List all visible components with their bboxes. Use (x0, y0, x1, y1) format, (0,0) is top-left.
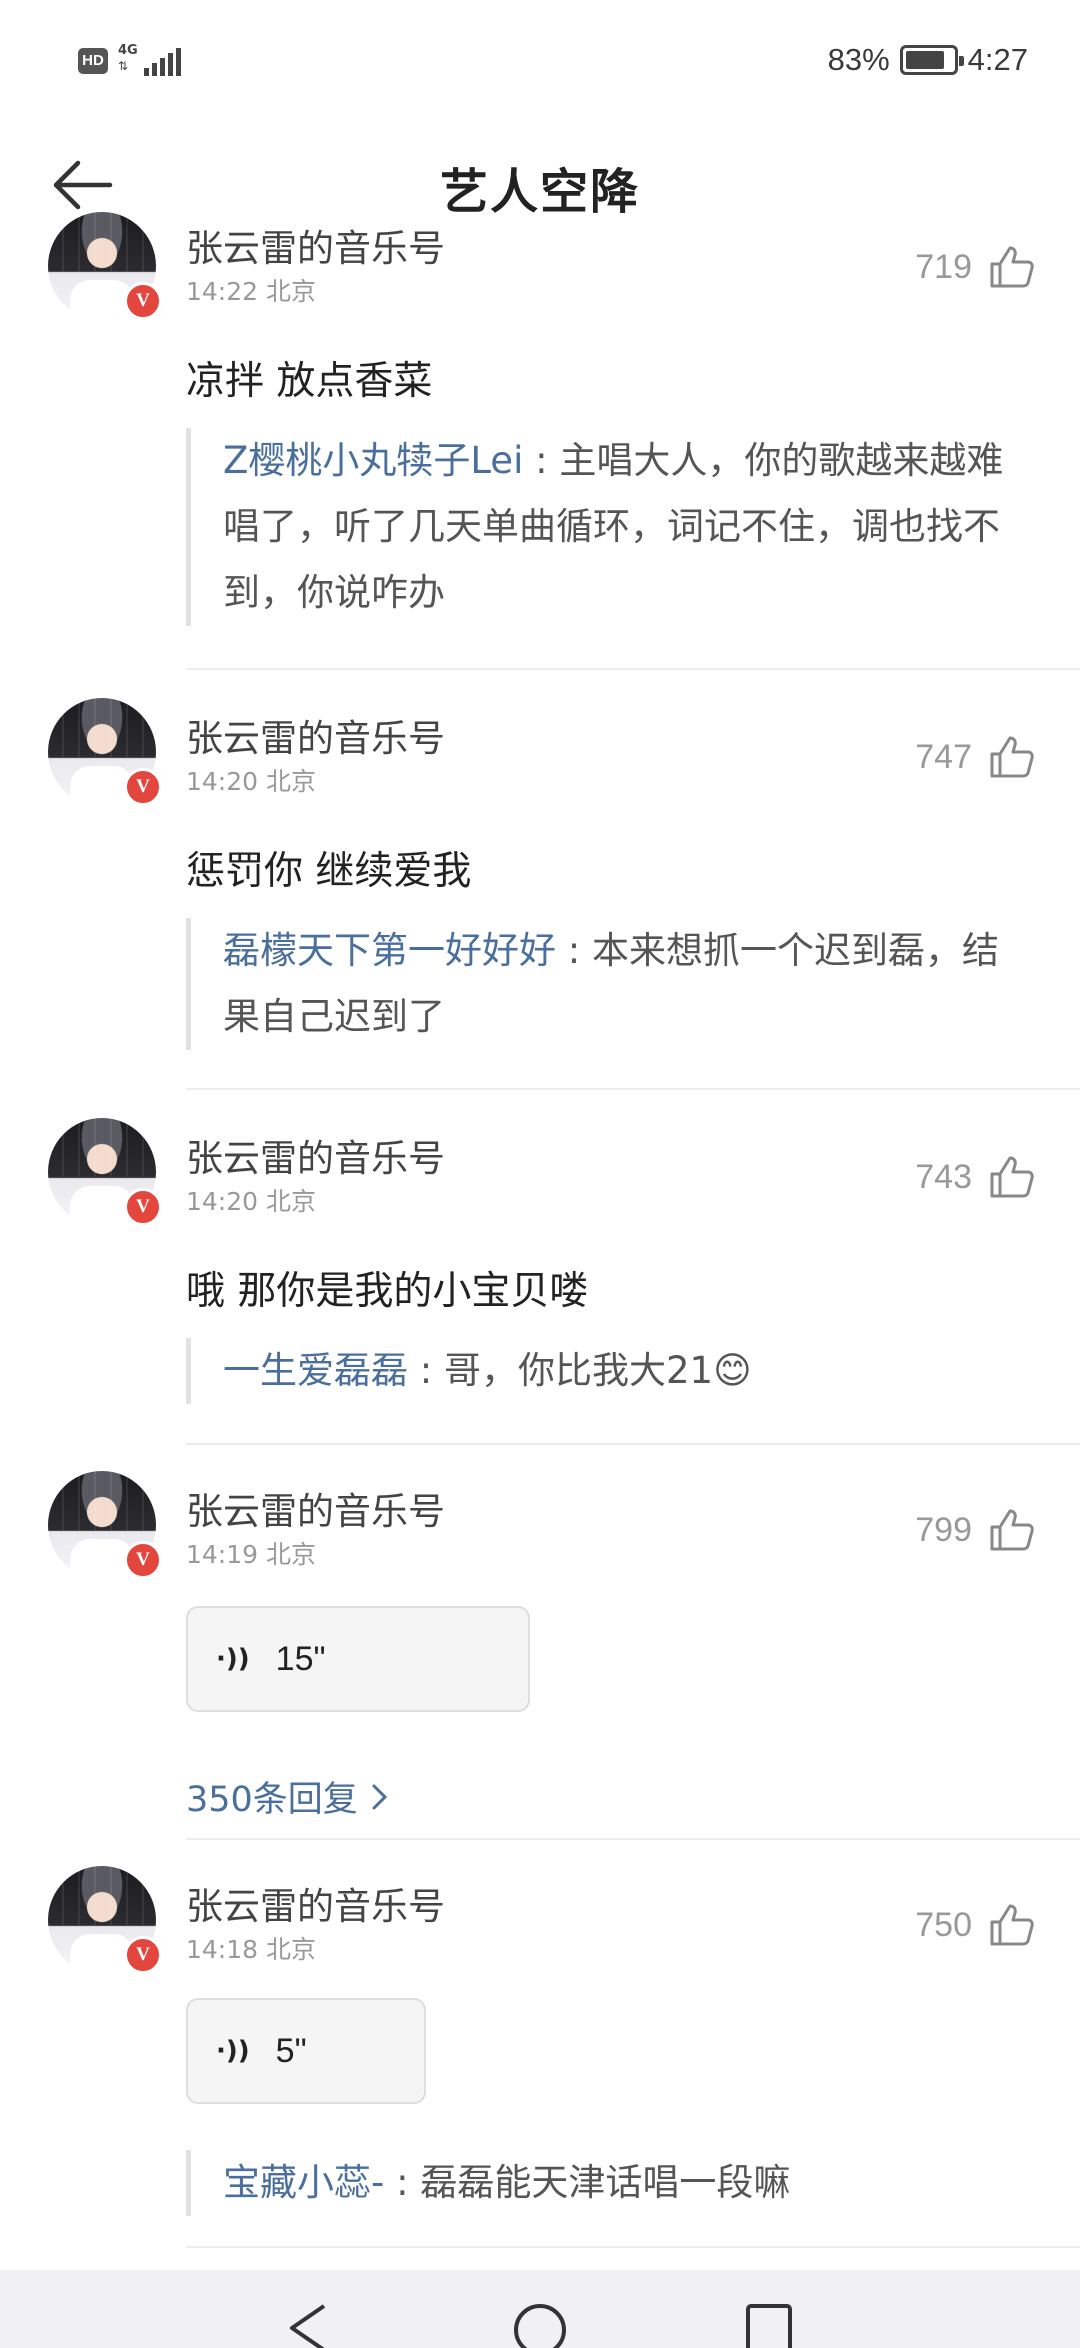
like-button[interactable]: 747 (915, 732, 1036, 782)
author-name[interactable]: 张云雷的音乐号 (186, 1128, 445, 1182)
quoted-author[interactable]: 一生爱磊磊 (223, 1349, 408, 1392)
status-left: HD 4G ⇅ (78, 43, 181, 78)
voice-wave-icon: ·)) (216, 2036, 250, 2066)
quoted-text: 磊磊能天津话唱一段嘛 (420, 2161, 791, 2204)
verified-badge-icon: V (124, 1541, 162, 1579)
comment-item[interactable]: V 张云雷的音乐号 14:20 北京 747 惩罚你 继续爱我 磊檬天下第一好好… (0, 668, 1080, 1090)
thumb-up-icon (990, 1156, 1034, 1198)
like-count: 799 (915, 1510, 972, 1549)
thumb-up-icon (990, 1904, 1034, 1946)
comment-item[interactable]: V 张云雷的音乐号 14:22 北京 719 凉拌 放点香菜 Z樱桃小丸犊子Le… (0, 148, 1080, 670)
comment-meta: 14:19 北京 (186, 1540, 316, 1569)
thumb-up-icon (990, 1509, 1034, 1551)
like-count: 743 (915, 1157, 972, 1196)
voice-bubble[interactable]: ·)) 15" (186, 1606, 530, 1712)
clock: 4:27 (967, 42, 1028, 77)
quoted-comment[interactable]: Z樱桃小丸犊子Lei : 主唱大人，你的歌越来越难唱了，听了几天单曲循环，词记不… (186, 428, 1030, 626)
signal-bars-icon (144, 48, 181, 76)
verified-badge-icon: V (124, 1936, 162, 1974)
screen: HD 4G ⇅ 83% 4:27 艺人空降 V 张云雷的音乐号 14:22 北京… (0, 0, 1080, 2348)
comment-text: 凉拌 放点香菜 (186, 359, 433, 404)
like-button[interactable]: 719 (915, 242, 1036, 292)
quoted-comment[interactable]: 磊檬天下第一好好好 : 本来想抓一个迟到磊，结果自己迟到了 (186, 918, 1030, 1050)
quoted-author[interactable]: Z樱桃小丸犊子Lei (223, 439, 523, 482)
comment-text: 惩罚你 继续爱我 (186, 849, 472, 894)
voice-duration: 5" (275, 2031, 307, 2070)
comment-item[interactable]: V 张云雷的音乐号 14:20 北京 743 哦 那你是我的小宝贝喽 一生爱磊磊… (0, 1088, 1080, 1445)
quote-separator: : (408, 1349, 444, 1392)
voice-bubble[interactable]: ·)) 5" (186, 1998, 426, 2104)
hd-icon: HD (78, 48, 108, 74)
data-arrows-icon: ⇅ (118, 59, 129, 73)
nav-recents-icon[interactable] (744, 2302, 794, 2348)
voice-wave-icon: ·)) (216, 1644, 250, 1674)
quoted-comment[interactable]: 一生爱磊磊 : 哥，你比我大21😊 (186, 1338, 1030, 1404)
like-count: 719 (915, 247, 972, 286)
author-name[interactable]: 张云雷的音乐号 (186, 218, 445, 272)
like-button[interactable]: 743 (915, 1152, 1036, 1202)
like-count: 750 (915, 1905, 972, 1944)
like-count: 747 (915, 737, 972, 776)
comment-meta: 14:20 北京 (186, 1187, 316, 1216)
battery-percent: 83% (827, 42, 890, 77)
comment-meta: 14:22 北京 (186, 277, 316, 306)
author-name[interactable]: 张云雷的音乐号 (186, 1876, 445, 1930)
quoted-author[interactable]: 宝藏小蕊- (223, 2161, 384, 2204)
comment-text: 哦 那你是我的小宝贝喽 (186, 1269, 589, 1314)
quote-separator: : (523, 439, 560, 482)
system-nav-bar (0, 2270, 1080, 2348)
author-name[interactable]: 张云雷的音乐号 (186, 708, 445, 762)
like-button[interactable]: 750 (915, 1900, 1036, 1950)
quoted-text: 哥，你比我大21😊 (444, 1349, 752, 1392)
view-replies-link[interactable]: 350条回复 (186, 1771, 390, 1822)
replies-count: 350条回复 (186, 1780, 358, 1820)
chevron-right-icon (372, 1784, 387, 1809)
quote-separator: : (556, 929, 592, 972)
thumb-up-icon (990, 246, 1034, 288)
verified-badge-icon: V (124, 768, 162, 806)
author-name[interactable]: 张云雷的音乐号 (186, 1481, 445, 1535)
like-button[interactable]: 799 (915, 1505, 1036, 1555)
divider (186, 2246, 1080, 2248)
verified-badge-icon: V (124, 1188, 162, 1226)
quoted-author[interactable]: 磊檬天下第一好好好 (223, 929, 556, 972)
comment-item[interactable]: V 张云雷的音乐号 14:18 北京 750 ·)) 5" 宝藏小蕊- : 磊磊… (0, 1838, 1080, 2248)
nav-home-icon[interactable] (512, 2302, 568, 2348)
quote-separator: : (384, 2161, 421, 2204)
status-bar: HD 4G ⇅ 83% 4:27 (0, 0, 1080, 130)
thumb-up-icon (990, 736, 1034, 778)
signal-icon: 4G ⇅ (118, 43, 181, 78)
comment-item[interactable]: V 张云雷的音乐号 14:19 北京 799 ·)) 15" 350条回复 (0, 1443, 1080, 1840)
comment-meta: 14:20 北京 (186, 767, 316, 796)
comment-meta: 14:18 北京 (186, 1935, 316, 1964)
battery-icon (899, 45, 964, 75)
network-type: 4G (118, 43, 138, 58)
nav-back-icon[interactable] (284, 2302, 332, 2348)
verified-badge-icon: V (124, 282, 162, 320)
quoted-comment[interactable]: 宝藏小蕊- : 磊磊能天津话唱一段嘛 (186, 2150, 1030, 2216)
status-right: 83% 4:27 (828, 42, 1028, 78)
voice-duration: 15" (275, 1639, 326, 1678)
